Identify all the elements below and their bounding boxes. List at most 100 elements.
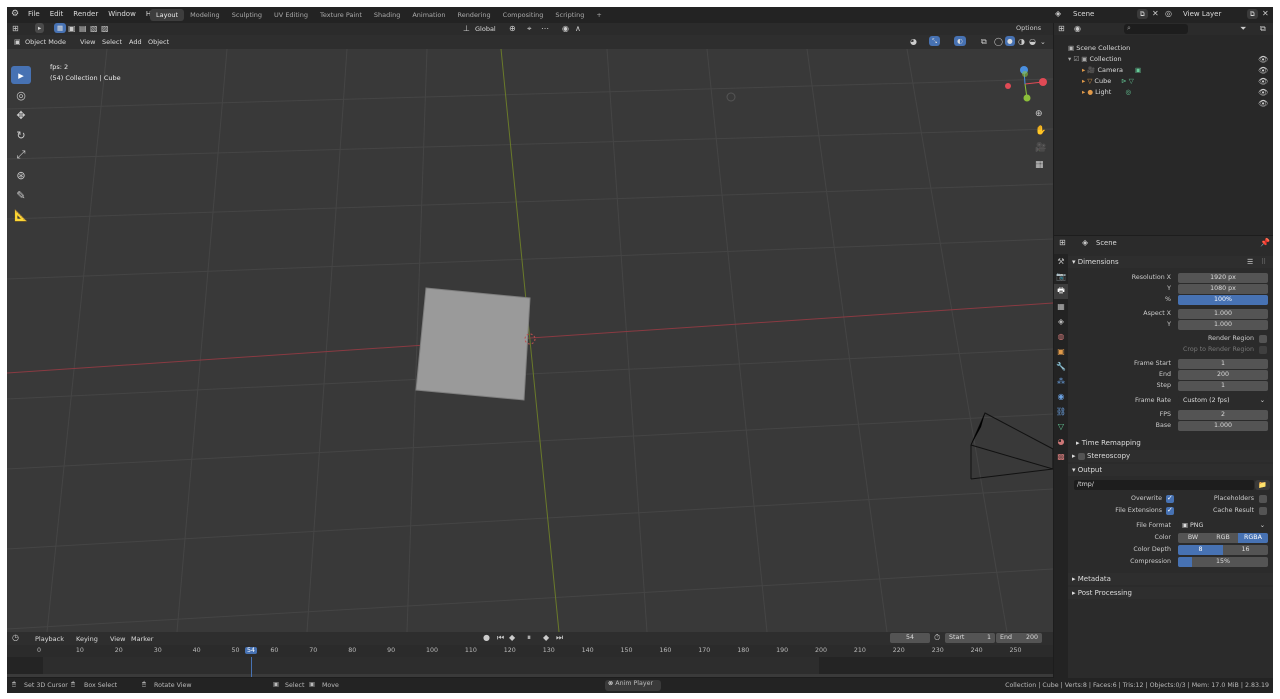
- eye-icon[interactable]: 👁: [1258, 88, 1268, 98]
- editor-type-icon[interactable]: ⊞: [1059, 238, 1066, 248]
- physics-tab-icon[interactable]: ◉: [1054, 389, 1068, 404]
- light-data-icon[interactable]: ◎: [1125, 88, 1131, 96]
- tab-animation[interactable]: Animation: [406, 9, 451, 21]
- current-frame-field[interactable]: 54: [890, 633, 930, 643]
- select-mode-new-icon[interactable]: ▦: [54, 23, 67, 33]
- current-frame-marker[interactable]: 54: [245, 647, 258, 654]
- modifier-tab-icon[interactable]: 🔧: [1054, 359, 1068, 374]
- tab-texture-paint[interactable]: Texture Paint: [314, 9, 368, 21]
- zoom-icon[interactable]: ⊕: [1035, 109, 1043, 119]
- outliner-cube[interactable]: ▸ ▽ Cube ⊳ ▽: [1082, 76, 1134, 87]
- wireframe-shading-icon[interactable]: ◯: [994, 37, 1003, 47]
- drag-handle-icon[interactable]: ⠿: [1261, 257, 1266, 267]
- output-tab-icon[interactable]: 🖶: [1054, 284, 1068, 299]
- placeholders-checkbox[interactable]: [1259, 495, 1267, 503]
- resolution-y-field[interactable]: 1080 px: [1178, 284, 1268, 294]
- fps-field[interactable]: 2: [1178, 410, 1268, 420]
- orientation-dropdown[interactable]: Global: [475, 25, 496, 33]
- frame-end-field[interactable]: 200: [1178, 370, 1268, 380]
- particles-tab-icon[interactable]: ⁂: [1054, 374, 1068, 389]
- view-layer-icon[interactable]: ◎: [1165, 9, 1172, 19]
- file-extensions-checkbox[interactable]: [1166, 506, 1174, 515]
- y-axis-icon[interactable]: [1023, 94, 1031, 102]
- material-shading-icon[interactable]: ◑: [1018, 37, 1025, 47]
- cursor-tool-icon[interactable]: ◎: [11, 86, 31, 104]
- visibility-icon[interactable]: ◕: [910, 37, 917, 47]
- select-box-tool-icon[interactable]: ▸: [11, 66, 31, 84]
- stereoscopy-checkbox[interactable]: [1077, 452, 1085, 460]
- select-mode-intersect-icon[interactable]: ▨: [101, 24, 109, 34]
- rendered-shading-icon[interactable]: ◒: [1029, 37, 1036, 47]
- select-mode-invert-icon[interactable]: ▧: [90, 24, 98, 34]
- color-bw-option[interactable]: BW: [1178, 533, 1208, 543]
- anim-player-job[interactable]: ⊗ Anim Player: [605, 680, 661, 691]
- neg-x-axis-icon[interactable]: [1005, 83, 1011, 89]
- eye-icon[interactable]: 👁: [1258, 66, 1268, 76]
- editor-type-icon[interactable]: ⊞: [12, 24, 19, 34]
- resolution-pct-field[interactable]: 100%: [1178, 295, 1268, 305]
- crop-region-checkbox[interactable]: [1259, 346, 1267, 354]
- transform-tool-icon[interactable]: ⊛: [11, 166, 31, 184]
- clock-icon[interactable]: ⏱: [934, 633, 940, 643]
- frame-start-field[interactable]: 1: [1178, 359, 1268, 369]
- end-frame-field[interactable]: End 200: [996, 633, 1042, 643]
- base-field[interactable]: 1.000: [1178, 421, 1268, 431]
- start-frame-field[interactable]: Start 1: [945, 633, 995, 643]
- snap-icon[interactable]: ⌖: [527, 24, 532, 34]
- material-tab-icon[interactable]: ◕: [1054, 434, 1068, 449]
- world-tab-icon[interactable]: ◍: [1054, 329, 1068, 344]
- outliner-search-input[interactable]: ⌕: [1124, 24, 1188, 34]
- snap-target-icon[interactable]: ⋯: [541, 24, 549, 34]
- gizmo-toggle-icon[interactable]: ⤡: [929, 36, 941, 46]
- tool-tab-icon[interactable]: ⚒: [1054, 254, 1068, 269]
- falloff-icon[interactable]: ∧: [575, 24, 581, 34]
- eye-icon[interactable]: 👁: [1258, 77, 1268, 87]
- color-depth-8-option[interactable]: 8: [1178, 545, 1223, 555]
- outliner-scene-collection[interactable]: ▣ Scene Collection: [1068, 43, 1130, 54]
- cache-result-checkbox[interactable]: [1259, 507, 1267, 515]
- folder-icon[interactable]: 📁: [1255, 480, 1270, 490]
- view-layer-name[interactable]: View Layer: [1183, 10, 1221, 18]
- xray-icon[interactable]: ⧉: [981, 37, 987, 47]
- texture-tab-icon[interactable]: ▩: [1054, 449, 1068, 464]
- menu-marker[interactable]: Marker: [131, 635, 153, 643]
- editor-type-icon[interactable]: ◷: [12, 633, 19, 643]
- solid-shading-icon[interactable]: ●: [1005, 36, 1015, 46]
- playhead-line[interactable]: [251, 657, 253, 677]
- close-icon[interactable]: ✕: [1262, 9, 1269, 19]
- timeline-ruler[interactable]: 0 10 20 30 40 50 54 60 70 80 90 100 110 120 130 140 150 1…: [7, 645, 1053, 657]
- perspective-grid-icon[interactable]: ▦: [1035, 160, 1044, 170]
- menu-file[interactable]: File: [23, 10, 45, 18]
- move-tool-icon[interactable]: ✥: [11, 106, 31, 124]
- menu-timeline-view[interactable]: View: [110, 635, 125, 643]
- measure-tool-icon[interactable]: 📐: [11, 206, 31, 224]
- scene-icon[interactable]: ◈: [1055, 9, 1061, 19]
- tab-uv-editing[interactable]: UV Editing: [268, 9, 314, 21]
- chevron-down-icon[interactable]: ⌄: [1040, 37, 1046, 47]
- record-icon[interactable]: ●: [483, 633, 490, 643]
- output-panel-header[interactable]: ▾ Output: [1068, 464, 1273, 476]
- menu-view[interactable]: View: [80, 38, 95, 46]
- tab-sculpting[interactable]: Sculpting: [226, 9, 268, 21]
- pan-hand-icon[interactable]: ✋: [1035, 126, 1046, 136]
- new-scene-button[interactable]: ⧉: [1137, 9, 1148, 19]
- view-layer-tab-icon[interactable]: ▦: [1054, 299, 1068, 314]
- camera-view-icon[interactable]: 🎥: [1035, 143, 1046, 153]
- color-rgb-option[interactable]: RGB: [1208, 533, 1238, 543]
- render-tab-icon[interactable]: 📷: [1054, 269, 1068, 284]
- frame-rate-dropdown[interactable]: Custom (2 fps) ⌄: [1178, 396, 1268, 406]
- mode-dropdown[interactable]: Object Mode: [25, 38, 66, 46]
- next-keyframe-icon[interactable]: ◆: [543, 633, 549, 643]
- blender-logo-icon[interactable]: ⚙: [11, 9, 19, 19]
- rotate-tool-icon[interactable]: ↻: [11, 126, 31, 144]
- menu-render[interactable]: Render: [68, 10, 103, 18]
- select-mode-extend-icon[interactable]: ▣: [68, 24, 76, 34]
- display-mode-icon[interactable]: ◉: [1074, 24, 1081, 34]
- tab-modeling[interactable]: Modeling: [184, 9, 226, 21]
- time-remapping-subpanel[interactable]: ▸ Time Remapping: [1068, 437, 1273, 449]
- timeline-track[interactable]: [7, 657, 1053, 677]
- prev-keyframe-icon[interactable]: ◆: [509, 633, 515, 643]
- filter-icon[interactable]: ⏷: [1240, 24, 1246, 34]
- presets-icon[interactable]: ☰: [1247, 257, 1253, 267]
- menu-add[interactable]: Add: [129, 38, 142, 46]
